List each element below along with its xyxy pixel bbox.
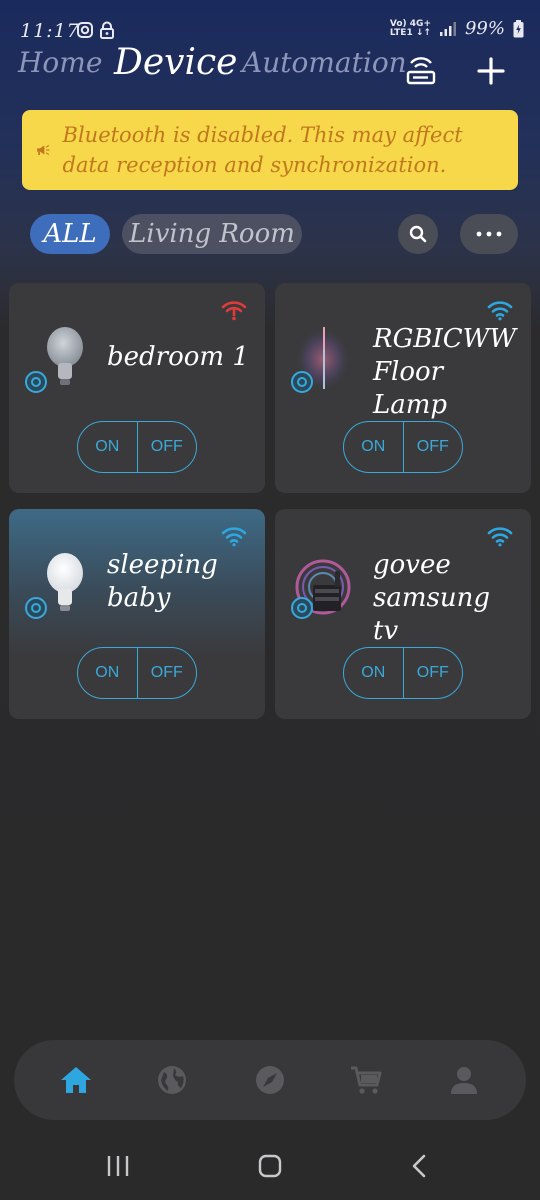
globe-icon[interactable] <box>154 1062 190 1098</box>
on-button[interactable]: ON <box>344 648 404 698</box>
network-label: Vo) 4G+ LTE1 ↓↑ <box>389 19 431 38</box>
battery-icon <box>513 19 524 37</box>
profile-icon[interactable] <box>446 1062 482 1098</box>
instagram-icon <box>77 22 93 38</box>
network-label-bottom: LTE1 ↓↑ <box>389 27 431 38</box>
status-indicators: Vo) 4G+ LTE1 ↓↑ 99% <box>390 18 524 39</box>
bluetooth-warning-banner[interactable]: Bluetooth is disabled. This may affect d… <box>22 110 518 190</box>
search-button[interactable] <box>398 214 438 254</box>
on-off-toggle: ON OFF <box>77 421 197 473</box>
device-name: sleeping baby <box>107 550 218 613</box>
filter-living-room[interactable]: Living Room <box>122 214 302 254</box>
on-off-toggle: ON OFF <box>343 421 463 473</box>
wifi-icon <box>487 527 513 547</box>
device-card[interactable]: sleeping baby ON OFF <box>9 509 265 719</box>
recent-apps-icon[interactable] <box>104 1152 132 1180</box>
tab-automation[interactable]: Automation <box>242 46 407 79</box>
on-off-toggle: ON OFF <box>77 647 197 699</box>
megaphone-icon <box>37 145 50 156</box>
top-tabs: Home Device Automation <box>0 42 540 96</box>
filter-all[interactable]: ALL <box>30 214 110 254</box>
wifi-icon <box>221 527 247 547</box>
cart-icon[interactable] <box>348 1062 384 1098</box>
alexa-icon <box>25 371 47 393</box>
on-button[interactable]: ON <box>78 648 138 698</box>
more-button[interactable] <box>460 214 518 254</box>
home-button-icon[interactable] <box>256 1152 284 1180</box>
on-button[interactable]: ON <box>344 422 404 472</box>
device-name: govee samsung tv <box>373 550 490 646</box>
gateway-icon[interactable] <box>404 54 438 88</box>
status-time: 11:17 <box>20 20 80 42</box>
device-card[interactable]: RGBICWW Floor Lamp ON OFF <box>275 283 531 493</box>
off-button[interactable]: OFF <box>404 422 463 472</box>
system-nav-bar <box>0 1132 540 1200</box>
add-icon[interactable] <box>474 54 508 88</box>
on-button[interactable]: ON <box>78 422 138 472</box>
device-card[interactable]: govee samsung tv ON OFF <box>275 509 531 719</box>
bottom-nav <box>14 1040 526 1120</box>
alexa-icon <box>291 597 313 619</box>
wifi-icon <box>487 301 513 321</box>
off-button[interactable]: OFF <box>138 422 197 472</box>
battery-percent: 99% <box>464 18 505 39</box>
compass-icon[interactable] <box>252 1062 288 1098</box>
device-name: bedroom 1 <box>107 342 249 372</box>
banner-text: Bluetooth is disabled. This may affect d… <box>62 123 463 177</box>
more-icon <box>476 231 502 237</box>
device-name: RGBICWW Floor Lamp <box>373 324 517 420</box>
device-card[interactable]: bedroom 1 ON OFF <box>9 283 265 493</box>
on-off-toggle: ON OFF <box>343 647 463 699</box>
off-button[interactable]: OFF <box>404 648 463 698</box>
signal-icon <box>439 21 456 36</box>
search-icon <box>409 225 427 243</box>
filter-row: ALL Living Room <box>0 214 540 254</box>
off-button[interactable]: OFF <box>138 648 197 698</box>
tab-device[interactable]: Device <box>114 42 238 83</box>
wifi-offline-icon <box>221 301 247 321</box>
alexa-icon <box>25 597 47 619</box>
tab-home[interactable]: Home <box>18 46 102 79</box>
lock-icon <box>100 21 114 39</box>
back-icon[interactable] <box>406 1152 434 1180</box>
home-icon[interactable] <box>58 1062 94 1098</box>
alexa-icon <box>291 371 313 393</box>
